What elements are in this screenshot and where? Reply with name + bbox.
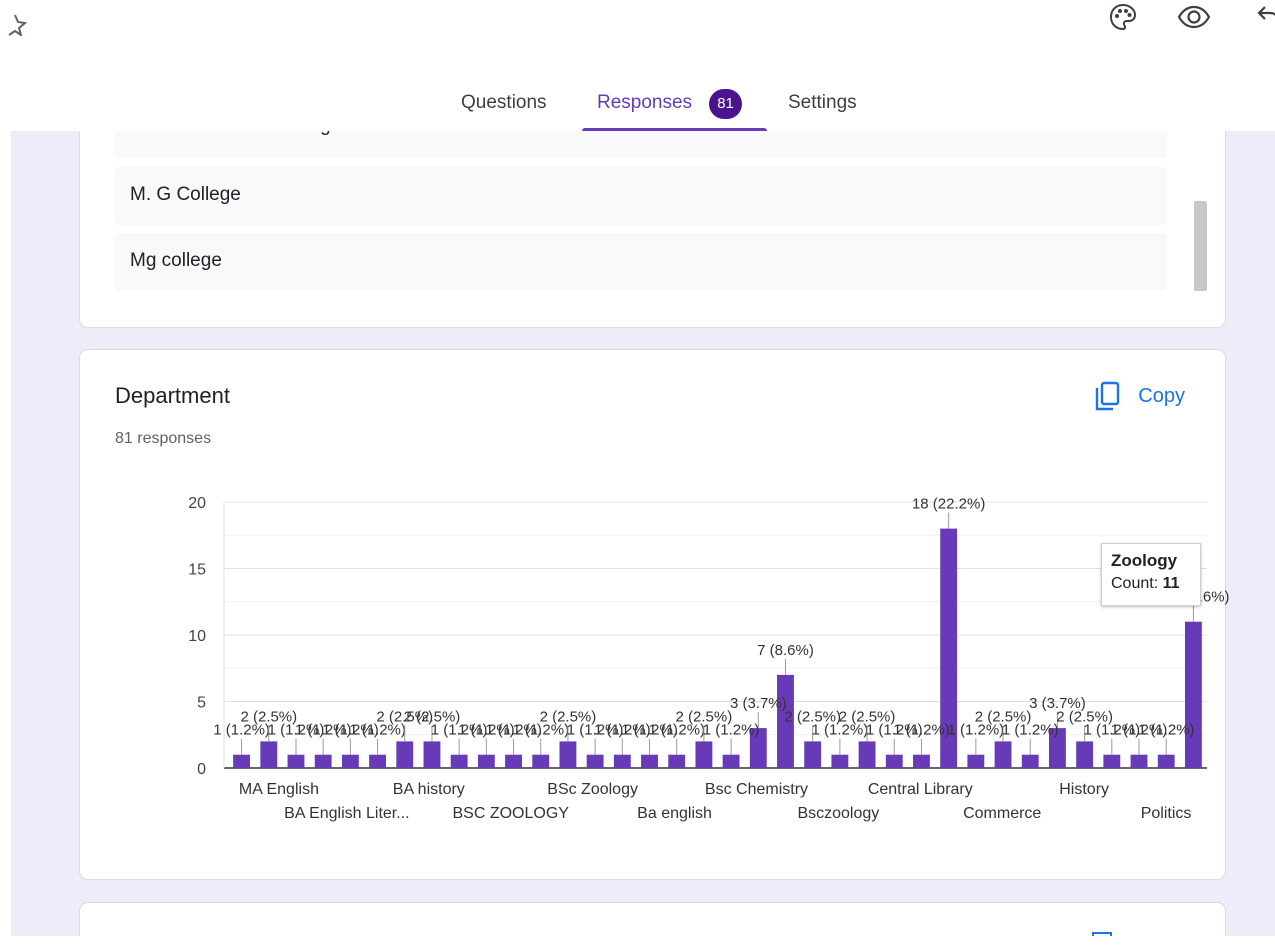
tab-questions[interactable]: Questions [461,86,547,131]
tab-settings-label: Settings [788,92,857,113]
answer-text: Mg college [130,250,222,271]
tab-responses-label: Responses [597,92,693,113]
tooltip-count-label: Count: [1111,575,1159,592]
list-item: Mg college [115,233,1167,291]
active-tab-indicator [582,128,767,131]
tab-questions-label: Questions [461,92,547,113]
college-answers-card: Mahatma Gandhi college M. G College Mg c… [79,100,1226,328]
tab-responses[interactable]: Responses 81 [582,86,767,131]
copy-button[interactable]: Copy [1094,379,1185,413]
chart-tooltip: Zoology Count: 11 [1101,543,1201,606]
copy-label: Copy [1138,384,1185,407]
tab-bar: Questions Responses 81 Settings [0,86,1275,131]
undo-icon[interactable] [1250,0,1275,34]
star-outline-icon[interactable] [6,12,28,38]
tooltip-title: Zoology [1111,551,1178,570]
tooltip-count: Count: 11 [1111,575,1200,593]
question-title: Department [115,383,230,408]
tooltip-count-value: 11 [1162,575,1180,592]
eye-icon[interactable] [1177,0,1211,34]
bottom-edge [0,936,1275,945]
response-count: 81 responses [115,430,212,447]
scrollbar-thumb[interactable] [1194,201,1207,291]
answer-text: M. G College [130,184,241,205]
tab-settings[interactable]: Settings [788,86,857,131]
responses-count-badge: 81 [709,89,743,119]
copy-icon [1096,381,1120,411]
department-card: Department 81 responses Copy [79,349,1226,880]
palette-icon[interactable] [1106,0,1140,34]
list-item: M. G College [115,167,1167,225]
top-bar: Questions Responses 81 Settings [0,0,1275,131]
